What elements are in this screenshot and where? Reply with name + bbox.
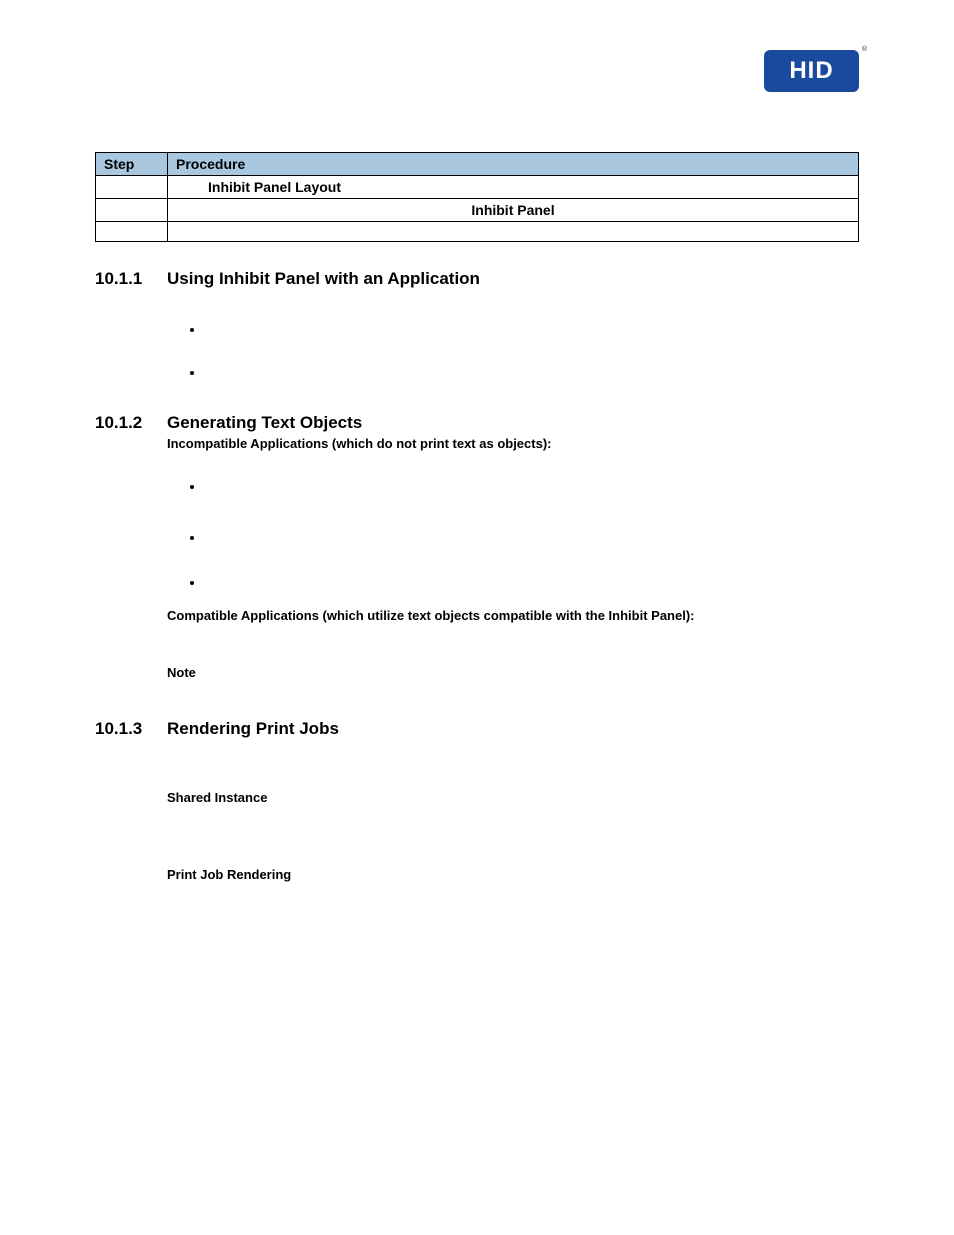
document-page: HID ® Step Procedure Inhibit Panel Layou… xyxy=(0,0,954,942)
hid-logo: HID ® xyxy=(764,50,859,92)
table-header-row: Step Procedure xyxy=(96,153,859,176)
section-heading: 10.1.3 Rendering Print Jobs xyxy=(95,718,859,740)
section-body: Shared Instance Print Job Rendering xyxy=(167,740,859,882)
td-procedure: Inhibit Panel xyxy=(168,199,859,222)
list-item xyxy=(205,365,859,380)
section-10-1-2: 10.1.2 Generating Text Objects Incompati… xyxy=(95,412,859,680)
compatible-apps-heading: Compatible Applications (which utilize t… xyxy=(167,608,859,623)
td-step xyxy=(96,222,168,242)
th-procedure: Procedure xyxy=(168,153,859,176)
incompatible-apps-heading: Incompatible Applications (which do not … xyxy=(167,436,859,451)
logo-trademark: ® xyxy=(862,46,867,53)
bullet-list xyxy=(167,322,859,380)
section-10-1-1: 10.1.1 Using Inhibit Panel with an Appli… xyxy=(95,268,859,380)
section-body: Incompatible Applications (which do not … xyxy=(167,436,859,680)
th-step: Step xyxy=(96,153,168,176)
section-heading: 10.1.2 Generating Text Objects xyxy=(95,412,859,434)
section-heading: 10.1.1 Using Inhibit Panel with an Appli… xyxy=(95,268,859,290)
list-item xyxy=(205,575,859,590)
header-row: HID ® xyxy=(95,50,859,92)
list-item xyxy=(205,479,859,494)
section-number: 10.1.1 xyxy=(95,268,153,290)
table-row xyxy=(96,222,859,242)
procedure-table: Step Procedure Inhibit Panel Layout Inhi… xyxy=(95,152,859,242)
td-procedure xyxy=(168,222,859,242)
shared-instance-heading: Shared Instance xyxy=(167,790,859,805)
section-number: 10.1.3 xyxy=(95,718,153,740)
section-title: Using Inhibit Panel with an Application xyxy=(167,268,480,290)
section-title: Generating Text Objects xyxy=(167,412,362,434)
table-row: Inhibit Panel Layout xyxy=(96,176,859,199)
print-job-rendering-heading: Print Job Rendering xyxy=(167,867,859,882)
spacer xyxy=(167,623,859,663)
section-title: Rendering Print Jobs xyxy=(167,718,339,740)
td-step xyxy=(96,199,168,222)
logo-text: HID xyxy=(789,57,833,85)
td-procedure: Inhibit Panel Layout xyxy=(168,176,859,199)
bullet-list xyxy=(167,479,859,590)
section-number: 10.1.2 xyxy=(95,412,153,434)
spacer xyxy=(167,805,859,865)
note-label: Note xyxy=(167,665,859,680)
section-body xyxy=(167,322,859,380)
list-item xyxy=(205,322,859,337)
spacer xyxy=(167,740,859,788)
table-row: Inhibit Panel xyxy=(96,199,859,222)
td-step xyxy=(96,176,168,199)
list-item xyxy=(205,530,859,545)
section-10-1-3: 10.1.3 Rendering Print Jobs Shared Insta… xyxy=(95,718,859,882)
